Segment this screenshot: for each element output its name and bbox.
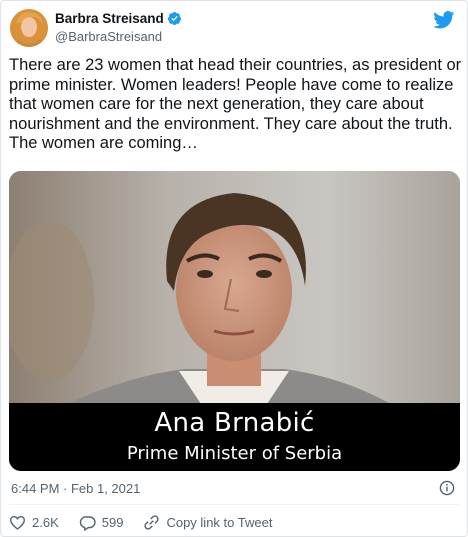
twitter-bird-icon[interactable] <box>433 11 455 34</box>
reply-button[interactable]: 599 <box>79 515 124 531</box>
media-caption: Ana Brnabić Prime Minister of Serbia <box>9 403 460 471</box>
divider <box>9 504 459 505</box>
author-name-row[interactable]: Barbra Streisand <box>55 11 182 26</box>
caption-name: Ana Brnabić <box>154 408 315 438</box>
heart-icon <box>9 516 26 530</box>
info-icon[interactable] <box>439 480 455 501</box>
tweet-timestamp[interactable]: 6:44 PM · Feb 1, 2021 <box>11 481 140 496</box>
author-display-name[interactable]: Barbra Streisand <box>55 11 164 26</box>
like-count: 2.6K <box>32 515 59 530</box>
caption-title: Prime Minister of Serbia <box>126 443 343 464</box>
avatar[interactable] <box>10 9 48 47</box>
verified-badge-icon <box>167 11 182 26</box>
copy-link-label: Copy link to Tweet <box>166 515 273 530</box>
tweet-media[interactable]: Ana Brnabić Prime Minister of Serbia <box>9 171 460 471</box>
like-button[interactable]: 2.6K <box>9 515 59 530</box>
reply-count: 599 <box>101 515 124 530</box>
tweet-card: Barbra Streisand @BarbraStreisand There … <box>0 0 468 537</box>
link-icon <box>144 515 160 530</box>
reply-icon <box>79 515 96 531</box>
tweet-text: There are 23 women that head their count… <box>9 56 462 152</box>
tweet-actions: 2.6K 599 Copy link to Tweet <box>9 514 292 531</box>
author-handle[interactable]: @BarbraStreisand <box>55 29 162 44</box>
copy-link-button[interactable]: Copy link to Tweet <box>143 514 272 531</box>
avatar-image <box>10 9 48 47</box>
